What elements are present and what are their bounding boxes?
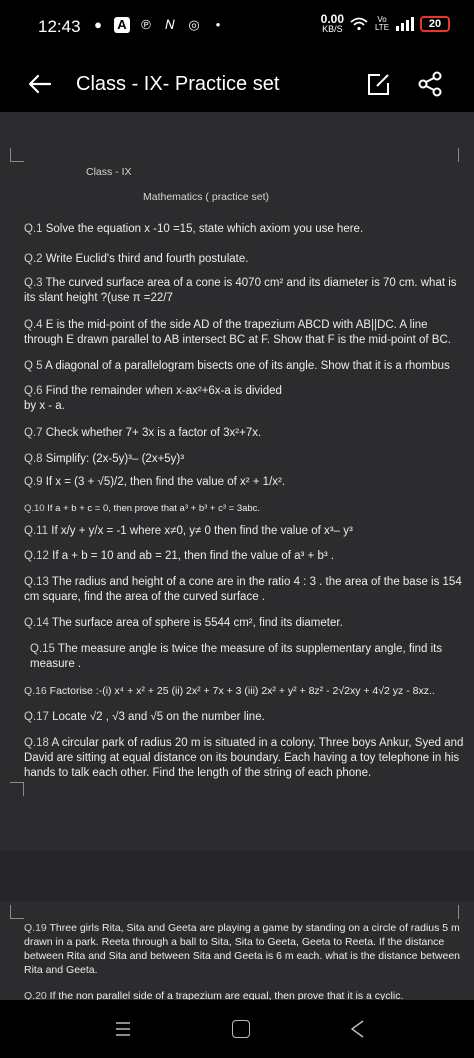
document-page-2: Q.19 Three girls Rita, Sita and Geeta ar… — [0, 901, 474, 1000]
question-12: Q.12 If a + b = 10 and ab = 21, then fin… — [24, 550, 335, 562]
page-corner-mark — [10, 905, 24, 919]
page-corner-mark — [10, 782, 24, 796]
question-14: Q.14 The surface area of sphere is 5544 … — [24, 617, 343, 629]
battery-icon: 20 — [420, 16, 450, 32]
volte-indicator: Vo LTE — [374, 15, 390, 32]
status-right: 0.00 KB/S Vo LTE 20 — [320, 12, 450, 34]
page-title: Class - IX- Practice set — [76, 73, 280, 95]
back-arrow-icon[interactable] — [24, 68, 56, 100]
net-speed-unit: KB/S — [322, 24, 343, 34]
pinterest-icon: ℗ — [141, 17, 151, 32]
share-icon[interactable] — [414, 68, 446, 100]
question-5: Q 5 A diagonal of a parallelogram bisect… — [24, 360, 450, 372]
app-a-icon: A — [114, 17, 130, 33]
signal-icon — [396, 17, 414, 31]
question-19: Q.19 Three girls Rita, Sita and Geeta ar… — [24, 922, 461, 976]
question-10: Q.10 If a + b + c = 0, then prove that a… — [24, 503, 261, 514]
question-20: Q.20 If the non parallel side of a trape… — [24, 990, 404, 1000]
nav-back-icon[interactable] — [348, 1018, 368, 1040]
document-viewer[interactable]: Class - IX Mathematics ( practice set) Q… — [0, 112, 474, 1000]
question-6: Q.6 Find the remainder when x-ax²+6x-a i… — [24, 385, 282, 412]
question-18: Q.18 A circular park of radius 20 m is s… — [24, 737, 464, 779]
question-2: Q.2 Write Euclid's third and fourth post… — [24, 253, 249, 265]
nfc-icon: 𝑁 — [165, 17, 175, 32]
page-corner-mark — [10, 148, 24, 162]
question-13: Q.13 The radius and height of a cone are… — [24, 576, 462, 603]
notification-icons: ● A ℗ 𝑁 ◎ ● — [90, 17, 226, 33]
question-8: Q.8 Simplify: (2x-5y)³– (2x+5y)³ — [24, 453, 185, 465]
question-9: Q.9 If x = (3 + √5)/2, then find the val… — [24, 476, 286, 488]
home-icon[interactable] — [232, 1020, 250, 1038]
subject-label: Mathematics ( practice set) — [143, 191, 270, 203]
status-bar: 12:43 ● A ℗ 𝑁 ◎ ● 0.00 KB/S Vo LTE 20 — [0, 0, 474, 56]
edit-icon[interactable] — [362, 68, 394, 100]
question-1: Q.1 Solve the equation x -10 =15, state … — [24, 223, 364, 235]
status-time: 12:43 — [38, 17, 81, 36]
more-notifications-icon: ● — [215, 20, 221, 29]
wifi-icon — [350, 17, 368, 31]
net-speed-value: 0.00 — [320, 12, 344, 26]
question-7: Q.7 Check whether 7+ 3x is a factor of 3… — [24, 427, 262, 439]
app-bar: Class - IX- Practice set — [0, 56, 474, 112]
page-corner-mark — [458, 148, 472, 162]
class-label: Class - IX — [86, 166, 132, 178]
question-11: Q.11 If x/y + y/x = -1 where x≠0, y≠ 0 t… — [24, 525, 353, 537]
chat-icon: ● — [94, 17, 102, 32]
question-17: Q.17 Locate √2 , √3 and √5 on the number… — [24, 711, 265, 723]
network-speed: 0.00 KB/S — [320, 12, 344, 34]
document-page-1: Class - IX Mathematics ( practice set) Q… — [0, 112, 474, 851]
recent-apps-icon[interactable] — [114, 1020, 132, 1038]
question-15: Q.15 The measure angle is twice the meas… — [30, 643, 443, 670]
app-circle-icon: ◎ — [188, 17, 200, 32]
question-16: Q.16 Factorise :-(i) x⁴ + x² + 25 (ii) 2… — [24, 685, 435, 697]
question-4: Q.4 E is the mid-point of the side AD of… — [24, 319, 451, 346]
system-nav-bar — [0, 1000, 474, 1058]
question-3: Q.3 The curved surface area of a cone is… — [24, 277, 457, 304]
page-corner-mark — [458, 905, 472, 919]
